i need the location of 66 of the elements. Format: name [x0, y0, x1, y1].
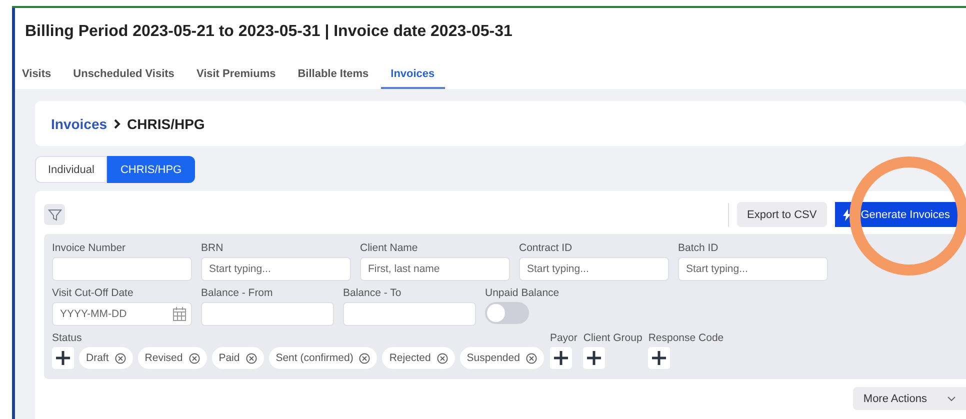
remove-icon[interactable]: [188, 352, 200, 364]
field-label: Invoice Number: [52, 242, 127, 254]
add-button[interactable]: [52, 347, 74, 369]
chip-label: Sent (confirmed): [276, 352, 354, 364]
generate-button[interactable]: Generate Invoices: [834, 202, 958, 227]
chip-label: Revised: [144, 352, 183, 364]
tab[interactable]: Visits: [22, 64, 52, 89]
input-field[interactable]: [52, 257, 192, 281]
status-chip[interactable]: Revised: [138, 347, 207, 369]
segment-button[interactable]: Individual: [35, 156, 108, 183]
field-label: Batch ID: [678, 242, 720, 254]
tab[interactable]: Visit Premiums: [196, 64, 276, 89]
date-field[interactable]: YYYY-MM-DD: [52, 302, 192, 326]
input-field[interactable]: [343, 302, 476, 326]
status-chip[interactable]: Rejected: [382, 347, 455, 369]
toggle-switch[interactable]: [485, 302, 529, 324]
status-chip[interactable]: Sent (confirmed): [268, 347, 378, 369]
field-label: Balance - From: [201, 287, 274, 299]
more-actions-button[interactable]: More Actions: [853, 387, 966, 410]
input-field[interactable]: Start typing...: [678, 257, 828, 281]
chevron-icon: [113, 118, 122, 128]
add-button[interactable]: [648, 347, 670, 369]
chip-label: Draft: [86, 352, 109, 364]
plus-icon: [587, 351, 602, 365]
add-button[interactable]: [550, 347, 572, 369]
page-title: Billing Period 2023-05-21 to 2023-05-31 | Invoice date 2023-05-31: [24, 22, 514, 42]
chip-label: Suspended: [466, 352, 520, 364]
input-field[interactable]: Start typing...: [519, 257, 669, 281]
input-field[interactable]: [201, 302, 334, 326]
field-label: Status: [52, 332, 83, 344]
plus-icon: [652, 351, 666, 365]
field-label: Response Code: [648, 332, 724, 344]
segment-button[interactable]: CHRIS/HPG: [107, 156, 195, 183]
filter-button[interactable]: [44, 204, 65, 225]
export-button[interactable]: Export to CSV: [737, 202, 827, 227]
plus-icon: [56, 351, 70, 365]
lightning-icon: [842, 208, 851, 220]
input-field[interactable]: Start typing...: [201, 257, 351, 281]
chevron-down-icon: [947, 396, 956, 402]
field-label: Visit Cut-Off Date: [52, 287, 134, 299]
field-label: Client Group: [583, 332, 642, 344]
remove-icon[interactable]: [246, 352, 257, 364]
tab[interactable]: Unscheduled Visits: [73, 64, 174, 89]
tab[interactable]: Billable Items: [298, 64, 369, 89]
plus-icon: [554, 351, 568, 365]
filter-icon: [48, 208, 62, 222]
remove-icon[interactable]: [436, 352, 448, 364]
field-label: Client Name: [360, 242, 419, 254]
field-label: Payor: [550, 332, 578, 344]
status-chip[interactable]: Draft: [79, 347, 133, 369]
calendar-icon: [173, 307, 186, 321]
field-label: BRN: [201, 242, 224, 254]
breadcrumb-link[interactable]: Invoices: [51, 116, 108, 132]
status-chip[interactable]: Suspended: [460, 347, 544, 369]
input-field[interactable]: First, last name: [360, 257, 510, 281]
field-label: Unpaid Balance: [485, 287, 560, 299]
add-button[interactable]: [583, 347, 606, 369]
field-label: Balance - To: [343, 287, 402, 299]
chip-label: Rejected: [389, 352, 431, 364]
remove-icon[interactable]: [526, 352, 537, 364]
chip-label: Paid: [218, 352, 240, 364]
field-label: Contract ID: [519, 242, 574, 254]
remove-icon[interactable]: [114, 352, 126, 364]
breadcrumb-current: CHRIS/HPG: [127, 116, 205, 132]
status-chip[interactable]: Paid: [212, 347, 264, 369]
remove-icon[interactable]: [359, 352, 370, 364]
